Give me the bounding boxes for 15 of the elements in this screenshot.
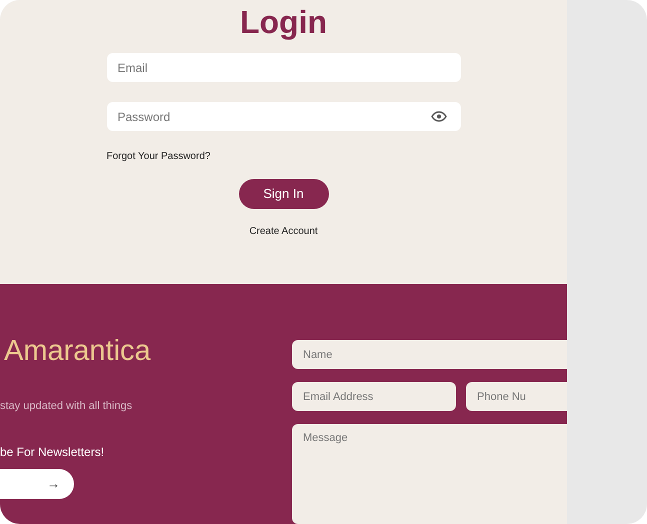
email-field[interactable]: Email xyxy=(106,53,460,82)
newsletter-heading: be For Newsletters! xyxy=(0,444,106,460)
message-field[interactable]: Message xyxy=(292,424,567,524)
forgot-password-link[interactable]: Forgot Your Password? xyxy=(106,149,210,164)
tagline: stay updated with all things xyxy=(0,399,134,414)
subscribe-button[interactable]: → xyxy=(0,468,74,498)
eye-icon[interactable] xyxy=(430,111,446,122)
email-address-field[interactable]: Email Address xyxy=(292,382,456,411)
password-field[interactable]: Password xyxy=(106,102,460,131)
sign-in-button[interactable]: Sign In xyxy=(238,179,328,209)
create-account-link[interactable]: Create Account xyxy=(249,224,318,239)
phone-field[interactable]: Phone Nu xyxy=(466,382,567,411)
login-title: Login xyxy=(240,4,328,40)
name-field[interactable]: Name xyxy=(292,340,567,369)
brand-name: Amarantica xyxy=(4,334,152,368)
